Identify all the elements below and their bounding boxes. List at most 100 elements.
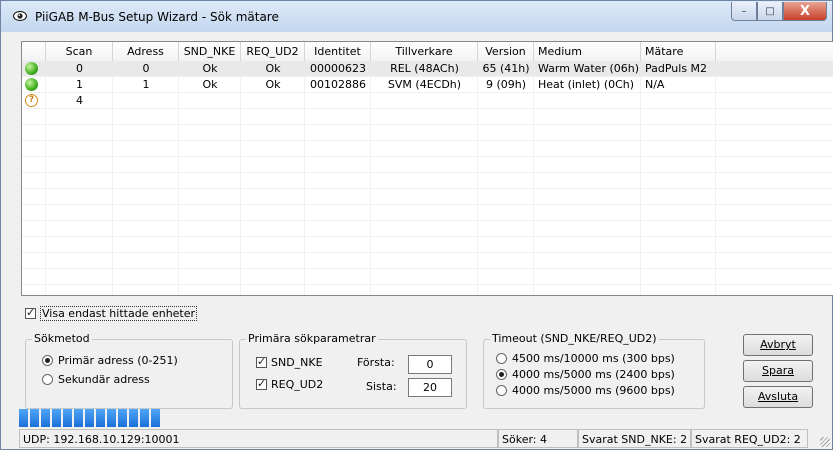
cell-version: 9 (09h): [485, 78, 527, 91]
search-method-title: Sökmetod: [32, 332, 92, 345]
cell-snd-nke: Ok: [202, 78, 218, 91]
show-found-only-checkbox[interactable]: Visa endast hittade enheter: [25, 306, 198, 321]
empty-row: [22, 157, 833, 173]
cell-tillverkare: REL (48ACh): [390, 62, 459, 75]
progress-block: [52, 409, 61, 427]
empty-row: [22, 173, 833, 189]
status-unknown-icon: ?: [25, 94, 38, 107]
window-title: PiiGAB M-Bus Setup Wizard - Sök mätare: [35, 10, 279, 24]
checkbox-label: SND_NKE: [271, 356, 323, 369]
progress-block: [30, 409, 39, 427]
app-eye-icon: [13, 10, 27, 22]
progress-block: [140, 409, 149, 427]
column-header-snd-nke[interactable]: SND_NKE: [179, 42, 241, 61]
list-header: Scan Adress SND_NKE REQ_UD2 Identitet Ti…: [22, 42, 833, 62]
exit-button[interactable]: Avsluta: [743, 386, 813, 408]
progress-block: [129, 409, 138, 427]
cell-medium: Heat (inlet) (0Ch): [538, 78, 635, 91]
radio-dot[interactable]: [42, 374, 53, 385]
radio-label: Sekundär adress: [58, 373, 150, 386]
empty-row: [22, 237, 833, 253]
column-header-adress[interactable]: Adress: [113, 42, 179, 61]
checkbox-box[interactable]: [25, 306, 36, 319]
empty-row: [22, 109, 833, 125]
cell-matare: PadPuls M2: [645, 62, 708, 75]
radio-dot[interactable]: [496, 369, 507, 380]
minimize-button[interactable]: –: [731, 2, 757, 21]
search-method-group: Sökmetod Primär adress (0-251) Sekundär …: [25, 332, 233, 409]
empty-row: [22, 141, 833, 157]
table-row[interactable]: 1 1 Ok Ok 00102886 SVM (4ECDh) 9 (09h) H…: [22, 77, 833, 93]
last-label: Sista:: [366, 380, 397, 393]
progress-block: [151, 409, 160, 427]
status-ok-icon: [25, 78, 38, 91]
req-ud2-checkbox[interactable]: REQ_UD2: [256, 377, 324, 391]
column-header-req-ud2[interactable]: REQ_UD2: [241, 42, 305, 61]
checkbox-box[interactable]: [256, 355, 267, 368]
column-header-scan[interactable]: Scan: [46, 42, 113, 61]
app-window: PiiGAB M-Bus Setup Wizard - Sök mätare –…: [0, 0, 833, 450]
column-header-status[interactable]: [22, 42, 46, 61]
column-header-medium[interactable]: Medium: [534, 42, 641, 61]
progress-block: [74, 409, 83, 427]
radio-dot[interactable]: [42, 355, 53, 366]
cell-matare: N/A: [645, 78, 665, 91]
progress-block: [63, 409, 72, 427]
column-header-version[interactable]: Version: [478, 42, 534, 61]
checkbox-label: REQ_UD2: [271, 378, 324, 391]
radio-timeout-2400[interactable]: 4000 ms/5000 ms (2400 bps): [496, 368, 675, 381]
radio-timeout-300[interactable]: 4500 ms/10000 ms (300 bps): [496, 352, 675, 365]
title-bar[interactable]: PiiGAB M-Bus Setup Wizard - Sök mätare –…: [1, 1, 832, 32]
empty-row: [22, 189, 833, 205]
last-address-input[interactable]: 20: [408, 378, 452, 397]
radio-timeout-9600[interactable]: 4000 ms/5000 ms (9600 bps): [496, 384, 675, 397]
cell-req-ud2: Ok: [265, 62, 281, 75]
empty-row: [22, 269, 833, 285]
radio-dot[interactable]: [496, 385, 507, 396]
progress-block: [41, 409, 50, 427]
resize-grip[interactable]: [820, 437, 830, 447]
column-header-matare[interactable]: Mätare: [641, 42, 716, 61]
cell-medium: Warm Water (06h): [538, 62, 640, 75]
cell-tillverkare: SVM (4ECDh): [387, 78, 462, 91]
radio-secondary-address[interactable]: Sekundär adress: [42, 373, 150, 386]
progress-block: [96, 409, 105, 427]
radio-primary-address[interactable]: Primär adress (0-251): [42, 354, 178, 367]
progress-block: [107, 409, 116, 427]
maximize-button[interactable]: □: [757, 2, 783, 21]
abort-button[interactable]: Avbryt: [743, 334, 813, 356]
empty-row: [22, 125, 833, 141]
close-button[interactable]: X: [783, 2, 827, 21]
save-button[interactable]: Spara: [743, 360, 813, 382]
empty-row: [22, 221, 833, 237]
table-row[interactable]: 0 0 Ok Ok 00000623 REL (48ACh) 65 (41h) …: [22, 61, 833, 77]
empty-row: [22, 253, 833, 269]
checkbox-box[interactable]: [256, 377, 267, 390]
status-req-ud2-count: Svarat REQ_UD2: 2: [691, 429, 808, 448]
column-header-tillverkare[interactable]: Tillverkare: [371, 42, 478, 61]
cell-scan: 0: [76, 62, 83, 75]
snd-nke-checkbox[interactable]: SND_NKE: [256, 355, 323, 369]
progress-block: [19, 409, 28, 427]
cell-adress: 1: [142, 78, 150, 91]
cell-scan: 4: [76, 94, 83, 107]
primary-params-group: Primära sökparametrar SND_NKE REQ_UD2 Fö…: [239, 332, 467, 409]
first-address-input[interactable]: 0: [408, 355, 452, 374]
empty-row: [22, 205, 833, 221]
radio-dot[interactable]: [496, 353, 507, 364]
status-ok-icon: [25, 62, 38, 75]
radio-label: 4000 ms/5000 ms (9600 bps): [512, 384, 675, 397]
cell-snd-nke: Ok: [202, 62, 218, 75]
radio-label: 4500 ms/10000 ms (300 bps): [512, 352, 675, 365]
meter-list[interactable]: Scan Adress SND_NKE REQ_UD2 Identitet Ti…: [21, 41, 833, 296]
radio-label: 4000 ms/5000 ms (2400 bps): [512, 368, 675, 381]
radio-label: Primär adress (0-251): [58, 354, 178, 367]
timeout-title: Timeout (SND_NKE/REQ_UD2): [490, 332, 659, 345]
scan-progress-bar: [19, 409, 179, 427]
table-row[interactable]: ? 4: [22, 93, 833, 109]
progress-block: [85, 409, 94, 427]
column-header-identitet[interactable]: Identitet: [305, 42, 371, 61]
status-connection: UDP: 192.168.10.129:10001: [19, 429, 498, 448]
show-found-only-label: Visa endast hittade enheter: [40, 306, 198, 321]
first-label: Första:: [357, 356, 395, 369]
